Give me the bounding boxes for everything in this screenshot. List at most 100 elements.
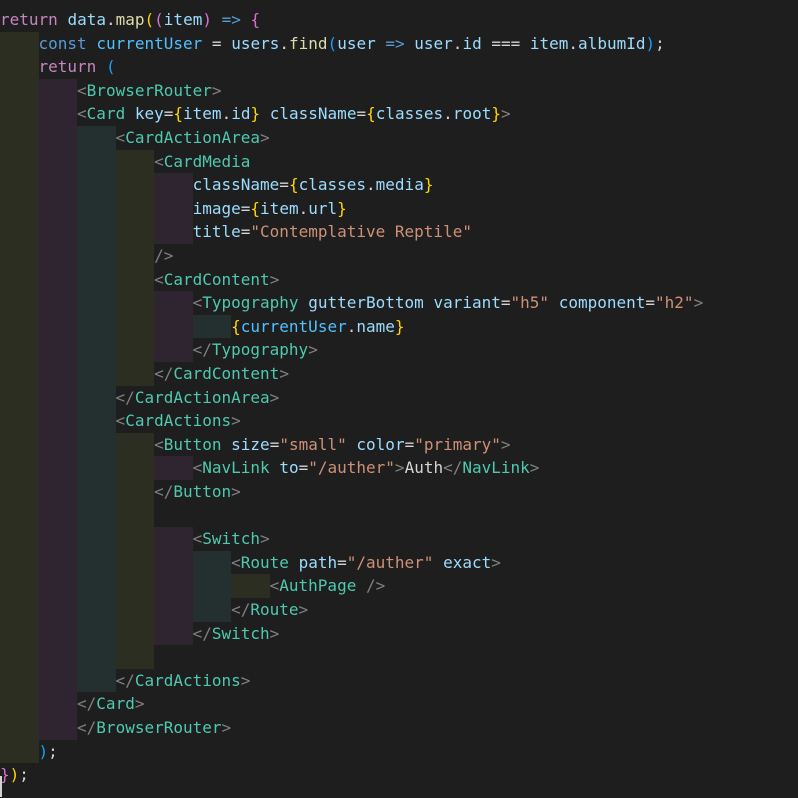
code-line[interactable]: <NavLink to="/auther">Auth</NavLink> [193,456,540,479]
code-line[interactable]: const currentUser = users.find(user => u… [39,32,665,55]
code-token: = [240,198,251,218]
code-line[interactable]: <AuthPage /> [270,574,386,597]
code-token: < [269,576,280,596]
code-line[interactable]: <Button size="small" color="primary"> [154,433,510,456]
text-cursor [0,776,2,797]
indent-guide [77,126,116,693]
code-line[interactable]: image={item.url} [193,197,347,220]
code-token: = [298,458,309,478]
code-token: < [77,80,87,100]
code-token: item [529,33,569,53]
code-token: CardMedia [163,151,251,171]
code-line[interactable]: </CardContent> [154,362,289,385]
code-token: classes [298,175,367,195]
code-token: id [462,33,482,53]
code-token: => [385,33,405,53]
code-token: > [693,293,704,313]
code-line[interactable]: ); [39,740,58,763]
indent-guide [154,527,193,646]
code-token: { [250,10,261,29]
code-line[interactable]: }); [0,763,29,786]
code-line[interactable]: <CardContent> [154,268,279,291]
code-line[interactable]: </Route> [231,598,308,621]
code-line[interactable]: <Typography gutterBottom variant="h5" co… [193,291,704,314]
code-line[interactable]: </Switch> [193,622,280,645]
code-line[interactable]: return data.map((item) => { [0,8,260,31]
code-line[interactable]: <CardActionArea> [116,126,270,149]
code-line[interactable]: <BrowserRouter> [77,79,222,102]
code-token: NavLink [202,458,270,478]
code-line[interactable]: title="Contemplative Reptile" [193,220,472,243]
indent-guide [231,574,270,598]
code-token: . [452,33,463,53]
code-token: CardActions [134,670,241,690]
code-token: Route [250,600,299,619]
code-token: ) [38,741,49,761]
code-token: > [269,269,280,289]
code-token: = [404,434,415,454]
code-line[interactable]: </CardActionArea> [116,386,280,409]
code-line[interactable]: <CardMedia [154,150,250,173]
code-token: </ [115,387,135,407]
code-line[interactable]: <Card key={item.id} className={classes.r… [77,102,511,125]
code-token: } [423,175,434,195]
code-token: . [443,104,453,124]
indent-guide [115,432,155,669]
code-line[interactable]: </Typography> [193,338,318,361]
code-token: color [356,434,405,454]
indent-guide [115,149,155,386]
code-token: Route [240,552,289,572]
code-token: = [500,293,511,313]
code-token: CardContent [163,269,270,289]
code-token: className [269,104,357,124]
code-token: . [105,10,116,29]
indent-guide [154,291,193,362]
code-token: = [645,293,656,313]
code-token: ; [48,741,58,761]
code-token: < [115,128,126,147]
code-line[interactable]: <Switch> [193,527,270,550]
code-token: ( [144,10,155,29]
code-token: > [500,434,511,454]
code-token: } [394,316,405,336]
code-token: > [231,482,241,501]
code-token: = [269,434,280,454]
code-line[interactable]: className={classes.media} [193,173,434,196]
code-line[interactable]: </Button> [154,480,241,503]
code-token: = [337,552,347,572]
code-token: to [279,458,299,478]
code-token: ; [655,33,665,53]
code-token: user [414,33,453,53]
code-line[interactable]: {currentUser.name} [231,315,404,338]
code-token: return [0,10,58,29]
code-token: { [288,175,299,195]
code-line[interactable]: </BrowserRouter> [77,716,231,739]
code-line[interactable]: <CardActions> [116,409,241,432]
code-token: > [211,80,222,100]
code-token: ; [19,765,29,785]
code-line[interactable]: </CardActions> [116,669,251,692]
code-line[interactable]: return ( [39,55,116,78]
code-token: </ [192,340,212,360]
code-line[interactable]: </Card> [77,692,144,715]
code-token: size [231,434,270,454]
code-token: Button [173,482,232,501]
indent-guide [0,31,39,764]
code-token: < [192,293,203,313]
code-line[interactable]: <Route path="/auther" exact> [231,551,501,574]
code-token: > [269,387,280,407]
indent-guide [154,456,193,480]
code-token: map [115,10,145,29]
code-editor[interactable]: return data.map((item) => {const current… [0,0,798,798]
code-token: Switch [202,529,261,549]
code-token: ) [645,33,656,53]
code-token: > [260,529,270,549]
code-line[interactable]: /> [154,244,173,267]
indent-guide [192,550,232,622]
